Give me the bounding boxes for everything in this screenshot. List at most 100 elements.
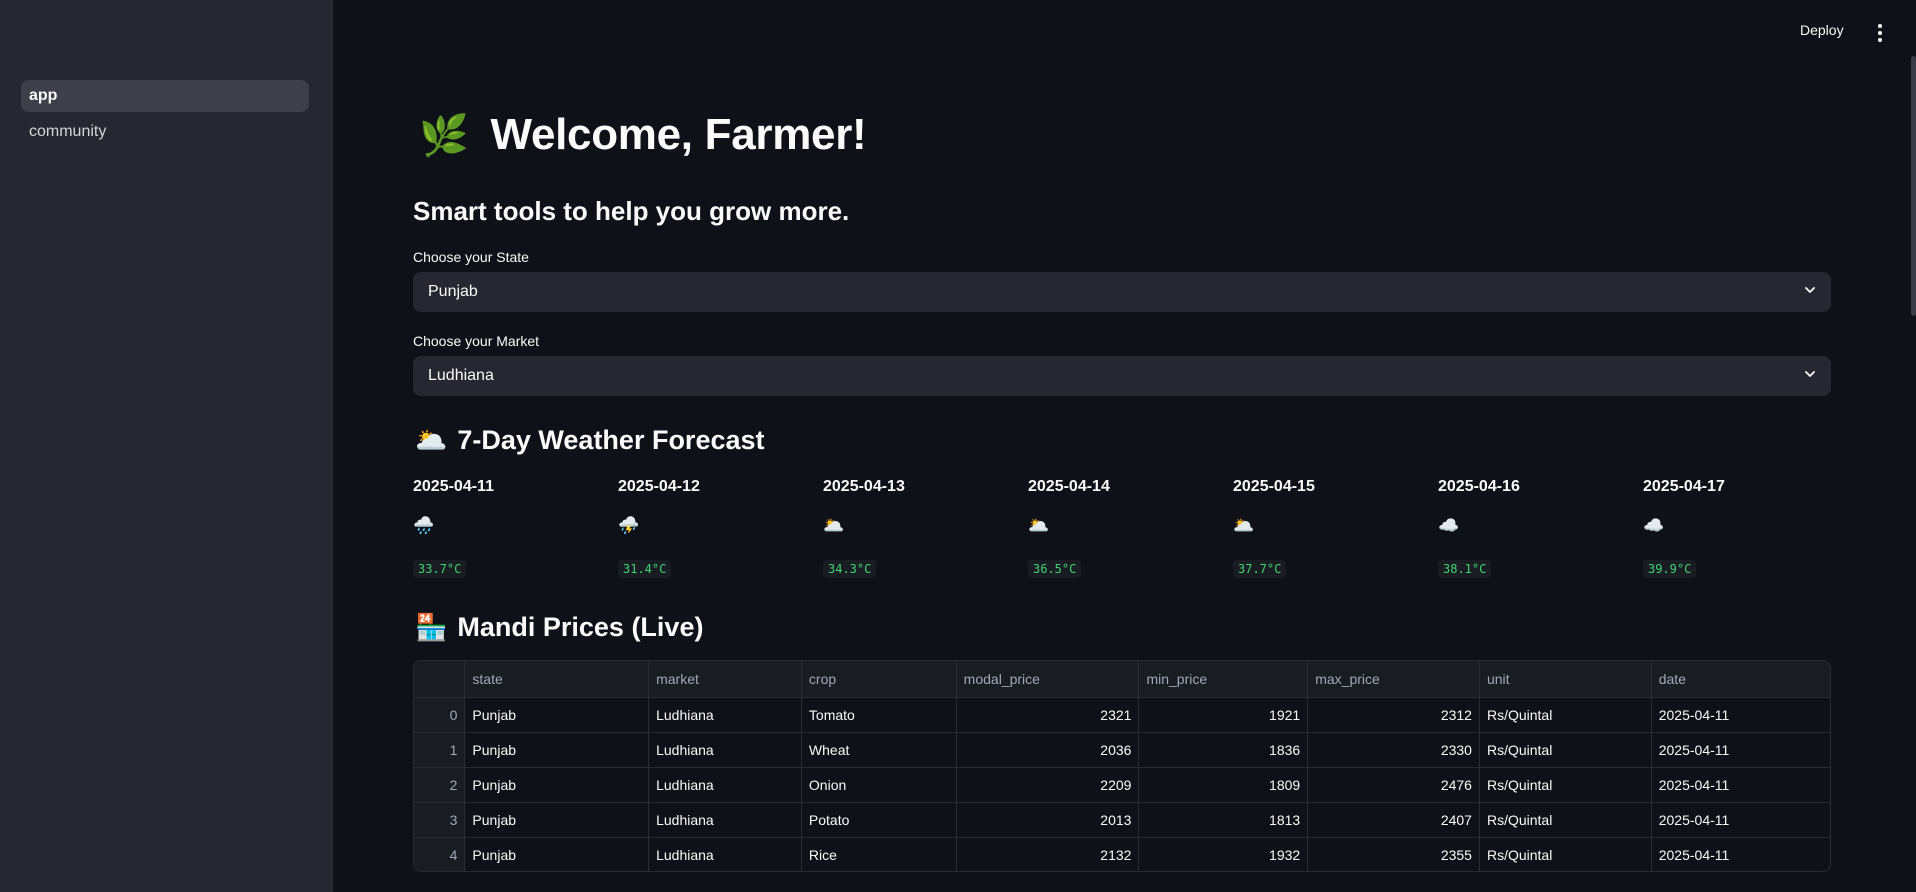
table-cell[interactable]: Punjab (464, 837, 650, 871)
mandi-section-title: 🏪 Mandi Prices (Live) (415, 612, 703, 643)
forecast-date: 2025-04-16 (1438, 478, 1520, 495)
cloud-icon: ☁️ (1643, 516, 1665, 535)
table-cell[interactable]: 2 (414, 767, 466, 803)
forecast-date: 2025-04-15 (1233, 478, 1315, 495)
table-cell[interactable]: 2312 (1307, 697, 1480, 733)
table-cell[interactable]: 3 (414, 802, 466, 838)
column-header-unit[interactable]: unit (1479, 661, 1652, 698)
table-cell[interactable]: Rs/Quintal (1479, 697, 1652, 733)
forecast-day: 2025-04-11 🌧️ 33.7°C (413, 478, 613, 578)
table-cell[interactable]: 1809 (1138, 767, 1309, 803)
column-header-date[interactable]: date (1651, 661, 1830, 698)
forecast-day: 2025-04-13 🌥️ 34.3°C (823, 478, 1023, 578)
forecast-date: 2025-04-14 (1028, 478, 1110, 495)
table-cell[interactable]: 1813 (1138, 802, 1309, 838)
table-cell[interactable]: 2013 (956, 802, 1140, 838)
sidebar-item-label: community (29, 123, 107, 140)
table-cell[interactable]: 2025-04-11 (1651, 697, 1830, 733)
mandi-prices-table[interactable]: state market crop modal_price min_price … (413, 660, 1831, 872)
forecast-temp: 36.5°C (1028, 560, 1082, 578)
table-cell[interactable]: Punjab (464, 732, 650, 768)
table-cell[interactable]: Onion (801, 767, 957, 803)
table-cell[interactable]: 1 (414, 732, 466, 768)
forecast-date: 2025-04-11 (413, 478, 494, 495)
table-cell[interactable]: 0 (414, 697, 466, 733)
table-cell[interactable]: Rs/Quintal (1479, 732, 1652, 768)
cloud-sun-icon: 🌥️ (1233, 516, 1255, 535)
table-cell[interactable]: 2025-04-11 (1651, 732, 1830, 768)
table-cell[interactable]: Punjab (464, 802, 650, 838)
table-cell[interactable]: 2355 (1307, 837, 1480, 871)
table-cell[interactable]: Rs/Quintal (1479, 837, 1652, 871)
forecast-temp: 38.1°C (1438, 560, 1492, 578)
sidebar-item-community[interactable]: community (21, 116, 309, 148)
forecast-date: 2025-04-17 (1643, 478, 1725, 495)
table-cell[interactable]: Punjab (464, 697, 650, 733)
table-cell[interactable]: Ludhiana (648, 837, 802, 871)
thunderstorm-icon: ⛈️ (618, 516, 640, 535)
forecast-temp: 31.4°C (618, 560, 672, 578)
table-cell[interactable]: Potato (801, 802, 957, 838)
table-header-row: state market crop modal_price min_price … (414, 661, 1830, 698)
leaf-icon: 🌿 (419, 113, 469, 158)
page-subtitle: Smart tools to help you grow more. (413, 196, 850, 226)
table-row: 3 Punjab Ludhiana Potato 2013 1813 2407 … (414, 802, 1830, 838)
forecast-day: 2025-04-17 ☁️ 39.9°C (1643, 478, 1843, 578)
column-header-min-price[interactable]: min_price (1138, 661, 1309, 698)
rain-cloud-icon: 🌧️ (413, 516, 435, 535)
sidebar: app community (0, 0, 333, 892)
table-cell[interactable]: Ludhiana (648, 802, 802, 838)
market-select[interactable]: Ludhiana (413, 356, 1831, 396)
table-row: 0 Punjab Ludhiana Tomato 2321 1921 2312 … (414, 697, 1830, 733)
sidebar-item-label: app (29, 87, 58, 104)
table-cell[interactable]: Rs/Quintal (1479, 767, 1652, 803)
forecast-day: 2025-04-15 🌥️ 37.7°C (1233, 478, 1433, 578)
table-cell[interactable]: 1921 (1138, 697, 1309, 733)
column-header-max-price[interactable]: max_price (1307, 661, 1480, 698)
kebab-menu-icon[interactable] (1872, 24, 1888, 42)
table-cell[interactable]: 2330 (1307, 732, 1480, 768)
table-cell[interactable]: 2476 (1307, 767, 1480, 803)
table-cell[interactable]: 2025-04-11 (1651, 802, 1830, 838)
table-cell[interactable]: 4 (414, 837, 466, 871)
table-cell[interactable]: 2321 (956, 697, 1140, 733)
column-header-market[interactable]: market (648, 661, 802, 698)
column-header-crop[interactable]: crop (801, 661, 957, 698)
column-header-index[interactable] (414, 661, 466, 698)
sidebar-item-app[interactable]: app (21, 80, 309, 112)
state-select-label: Choose your State (413, 249, 529, 265)
mandi-title-text: Mandi Prices (Live) (457, 612, 704, 642)
table-cell[interactable]: 2209 (956, 767, 1140, 803)
deploy-button[interactable]: Deploy (1800, 22, 1844, 38)
column-header-state[interactable]: state (464, 661, 650, 698)
table-cell[interactable]: Rs/Quintal (1479, 802, 1652, 838)
market-select-label: Choose your Market (413, 333, 540, 349)
table-cell[interactable]: 2025-04-11 (1651, 767, 1830, 803)
table-cell[interactable]: 1932 (1138, 837, 1309, 871)
table-cell[interactable]: Ludhiana (648, 697, 802, 733)
scrollbar[interactable] (1911, 56, 1916, 316)
state-select-value: Punjab (428, 283, 478, 300)
table-row: 2 Punjab Ludhiana Onion 2209 1809 2476 R… (414, 767, 1830, 803)
table-cell[interactable]: Wheat (801, 732, 957, 768)
forecast-temp: 37.7°C (1233, 560, 1287, 578)
table-cell[interactable]: Tomato (801, 697, 957, 733)
table-cell[interactable]: Rice (801, 837, 957, 871)
forecast-day: 2025-04-16 ☁️ 38.1°C (1438, 478, 1638, 578)
table-cell[interactable]: 2036 (956, 732, 1140, 768)
table-cell[interactable]: Punjab (464, 767, 650, 803)
state-select[interactable]: Punjab (413, 272, 1831, 312)
store-icon: 🏪 (415, 612, 448, 642)
column-header-modal-price[interactable]: modal_price (956, 661, 1140, 698)
forecast-day: 2025-04-14 🌥️ 36.5°C (1028, 478, 1228, 578)
table-cell[interactable]: Ludhiana (648, 767, 802, 803)
table-cell[interactable]: 2132 (956, 837, 1140, 871)
forecast-temp: 39.9°C (1643, 560, 1697, 578)
table-cell[interactable]: 1836 (1138, 732, 1309, 768)
table-cell[interactable]: Ludhiana (648, 732, 802, 768)
table-cell[interactable]: 2025-04-11 (1651, 837, 1830, 871)
cloud-icon: ☁️ (1438, 516, 1460, 535)
table-cell[interactable]: 2407 (1307, 802, 1480, 838)
forecast-day: 2025-04-12 ⛈️ 31.4°C (618, 478, 818, 578)
weather-title-text: 7-Day Weather Forecast (457, 425, 765, 455)
